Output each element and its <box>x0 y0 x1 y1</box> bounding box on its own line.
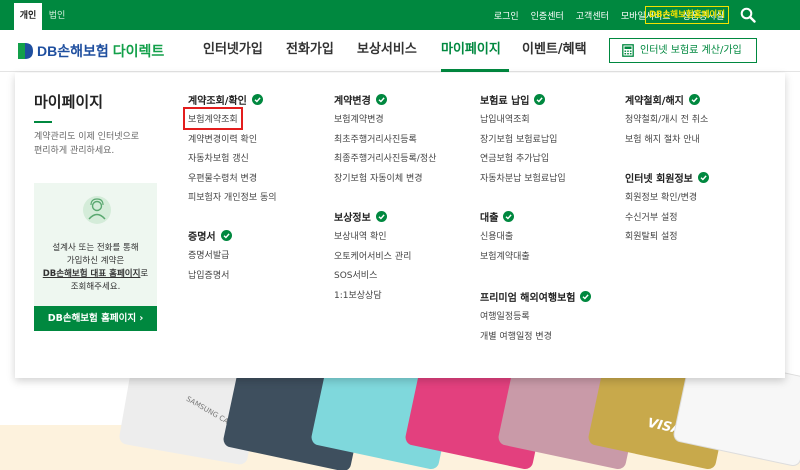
active-nav-underline <box>441 69 509 72</box>
panel-desc-line-2: 편리하게 관리하세요. <box>34 146 115 156</box>
menu-item-link[interactable]: 장기보험 자동이체 변경 <box>334 171 423 184</box>
menu-item-link[interactable]: 자동차분납 보험료납입 <box>480 171 566 184</box>
menu-category-label: 인터넷 회원정보 <box>625 174 693 185</box>
menu-category-title: 계약변경 <box>334 92 387 107</box>
menu-category-title: 증명서 <box>188 228 232 243</box>
promo-button-label: DB손해보험 홈페이지 <box>47 313 137 324</box>
menu-item-link[interactable]: 자동차보험 갱신 <box>188 151 249 164</box>
panel-title-underline <box>34 121 52 123</box>
menu-item-link[interactable]: 보험계약대출 <box>480 249 530 262</box>
check-circle-icon <box>580 291 592 302</box>
menu-item-link[interactable]: 우편물수령처 변경 <box>188 171 257 184</box>
db-logo-icon <box>18 43 33 59</box>
menu-item-link[interactable]: 납입내역조회 <box>480 112 530 125</box>
menu-category-title: 대출 <box>480 209 515 224</box>
menu-item-link[interactable]: 1:1보상상담 <box>334 288 382 301</box>
promo-line-2: 가입하신 계약은 <box>66 256 125 266</box>
menu-item-link[interactable]: 증명서발급 <box>188 248 229 261</box>
agent-phone-icon <box>83 196 111 224</box>
check-circle-icon <box>251 94 263 105</box>
menu-category-title: 계약조회/확인 <box>188 92 263 107</box>
chevron-right-icon: › <box>139 313 144 324</box>
db-homepage-button[interactable]: DB손해보험홈페이지 <box>645 6 729 24</box>
menu-item-link[interactable]: 오토케어서비스 관리 <box>334 249 411 262</box>
menu-category-title: 프리미엄 해외여행보험 <box>480 289 592 304</box>
check-circle-icon <box>697 172 709 183</box>
panel-desc-line-1: 계약관리도 이제 인터넷으로 <box>34 132 140 142</box>
check-circle-icon <box>503 211 515 222</box>
menu-category-label: 증명서 <box>188 232 216 243</box>
menu-item-link[interactable]: 계약변경이력 확인 <box>188 132 257 145</box>
check-circle-icon <box>534 94 546 105</box>
nav-claims-service[interactable]: 보상서비스 <box>357 30 417 72</box>
check-circle-icon <box>375 94 387 105</box>
menu-item-link[interactable]: 보상내역 확인 <box>334 229 387 242</box>
menu-item-link[interactable]: 회원탈퇴 설정 <box>625 229 678 242</box>
check-circle-icon <box>688 94 700 105</box>
top-bar: 개인 법인 로그인 인증센터 고객센터 모바일서비스 상품공시실 DB손해보험홈… <box>0 0 800 30</box>
menu-item-link[interactable]: 수신거부 설정 <box>625 210 678 223</box>
menu-item-link[interactable]: 청약철회/개시 전 취소 <box>625 112 708 125</box>
menu-item-link[interactable]: 최초주행거리사진등록 <box>334 132 417 145</box>
panel-title: 마이페이지 <box>34 93 104 111</box>
menu-category-label: 보험료 납입 <box>480 96 530 107</box>
cert-center-link[interactable]: 인증센터 <box>531 9 564 22</box>
menu-item-link[interactable]: 납입증명서 <box>188 268 229 281</box>
promo-line-1: 설계사 또는 전화를 통해 <box>52 243 139 253</box>
calculator-icon <box>622 44 634 57</box>
menu-category-label: 대출 <box>480 213 499 224</box>
premium-calc-label: 인터넷 보험료 계산/가입 <box>640 45 742 56</box>
check-circle-icon <box>375 211 387 222</box>
logo-sub-text: 다이렉트 <box>112 43 165 59</box>
promo-text: 설계사 또는 전화를 통해 가입하신 계약은 DB손해보험 대표 홈페이지로 조… <box>34 242 157 294</box>
menu-item-link[interactable]: 개별 여행일정 변경 <box>480 329 552 342</box>
logo-main-text: DB손해보험 <box>37 43 109 59</box>
menu-item-link[interactable]: 여행일정등록 <box>480 309 530 322</box>
tab-corporate[interactable]: 법인 <box>44 3 70 30</box>
promo-line-3-rest: 로 <box>140 269 149 279</box>
menu-category-label: 계약철회/해지 <box>625 96 684 107</box>
tab-personal[interactable]: 개인 <box>14 3 42 30</box>
nav-mypage[interactable]: 마이페이지 <box>441 30 501 72</box>
search-icon[interactable] <box>740 7 756 23</box>
promo-line-3-bold: DB손해보험 대표 홈페이지 <box>42 269 141 279</box>
menu-item-link[interactable]: SOS서비스 <box>334 268 377 281</box>
menu-item-link[interactable]: 보험계약조회 <box>183 107 243 130</box>
menu-category-label: 보상정보 <box>334 213 371 224</box>
logo[interactable]: DB손해보험 다이렉트 <box>15 40 164 62</box>
menu-item-link[interactable]: 연금보험 추가납입 <box>480 151 549 164</box>
nav-phone-join[interactable]: 전화가입 <box>286 30 334 72</box>
menu-item-link[interactable]: 보험계약변경 <box>334 112 384 125</box>
menu-category-title: 인터넷 회원정보 <box>625 170 709 185</box>
mypage-dropdown-panel: 마이페이지 계약관리도 이제 인터넷으로 편리하게 관리하세요. 설계사 또는 … <box>15 73 785 378</box>
customer-center-link[interactable]: 고객센터 <box>576 9 609 22</box>
menu-item-link[interactable]: 보험 해지 절차 안내 <box>625 132 700 145</box>
menu-item-link[interactable]: 회원정보 확인/변경 <box>625 190 697 203</box>
nav-internet-join[interactable]: 인터넷가입 <box>203 30 263 72</box>
menu-item-link[interactable]: 신용대출 <box>480 229 513 242</box>
login-link[interactable]: 로그인 <box>494 9 519 22</box>
menu-item-link[interactable]: 장기보험 보험료납입 <box>480 132 557 145</box>
nav-events[interactable]: 이벤트/혜택 <box>522 30 587 72</box>
menu-item-link[interactable]: 최종주행거리사진등록/정산 <box>334 151 436 164</box>
check-circle-icon <box>220 230 232 241</box>
menu-category-label: 계약변경 <box>334 96 371 107</box>
menu-category-title: 보상정보 <box>334 209 387 224</box>
panel-description: 계약관리도 이제 인터넷으로 편리하게 관리하세요. <box>34 130 174 158</box>
menu-category-title: 계약철회/해지 <box>625 92 700 107</box>
promo-line-4: 조회해주세요. <box>70 282 121 292</box>
menu-category-title: 보험료 납입 <box>480 92 546 107</box>
db-homepage-promo-button[interactable]: DB손해보험 홈페이지 › <box>34 306 157 331</box>
menu-item-link[interactable]: 피보험자 개인정보 동의 <box>188 190 277 203</box>
menu-category-label: 프리미엄 해외여행보험 <box>480 293 576 304</box>
promo-line-3: DB손해보험 대표 홈페이지로 <box>34 268 157 281</box>
menu-category-label: 계약조회/확인 <box>188 96 247 107</box>
premium-calc-button[interactable]: 인터넷 보험료 계산/가입 <box>609 38 757 63</box>
